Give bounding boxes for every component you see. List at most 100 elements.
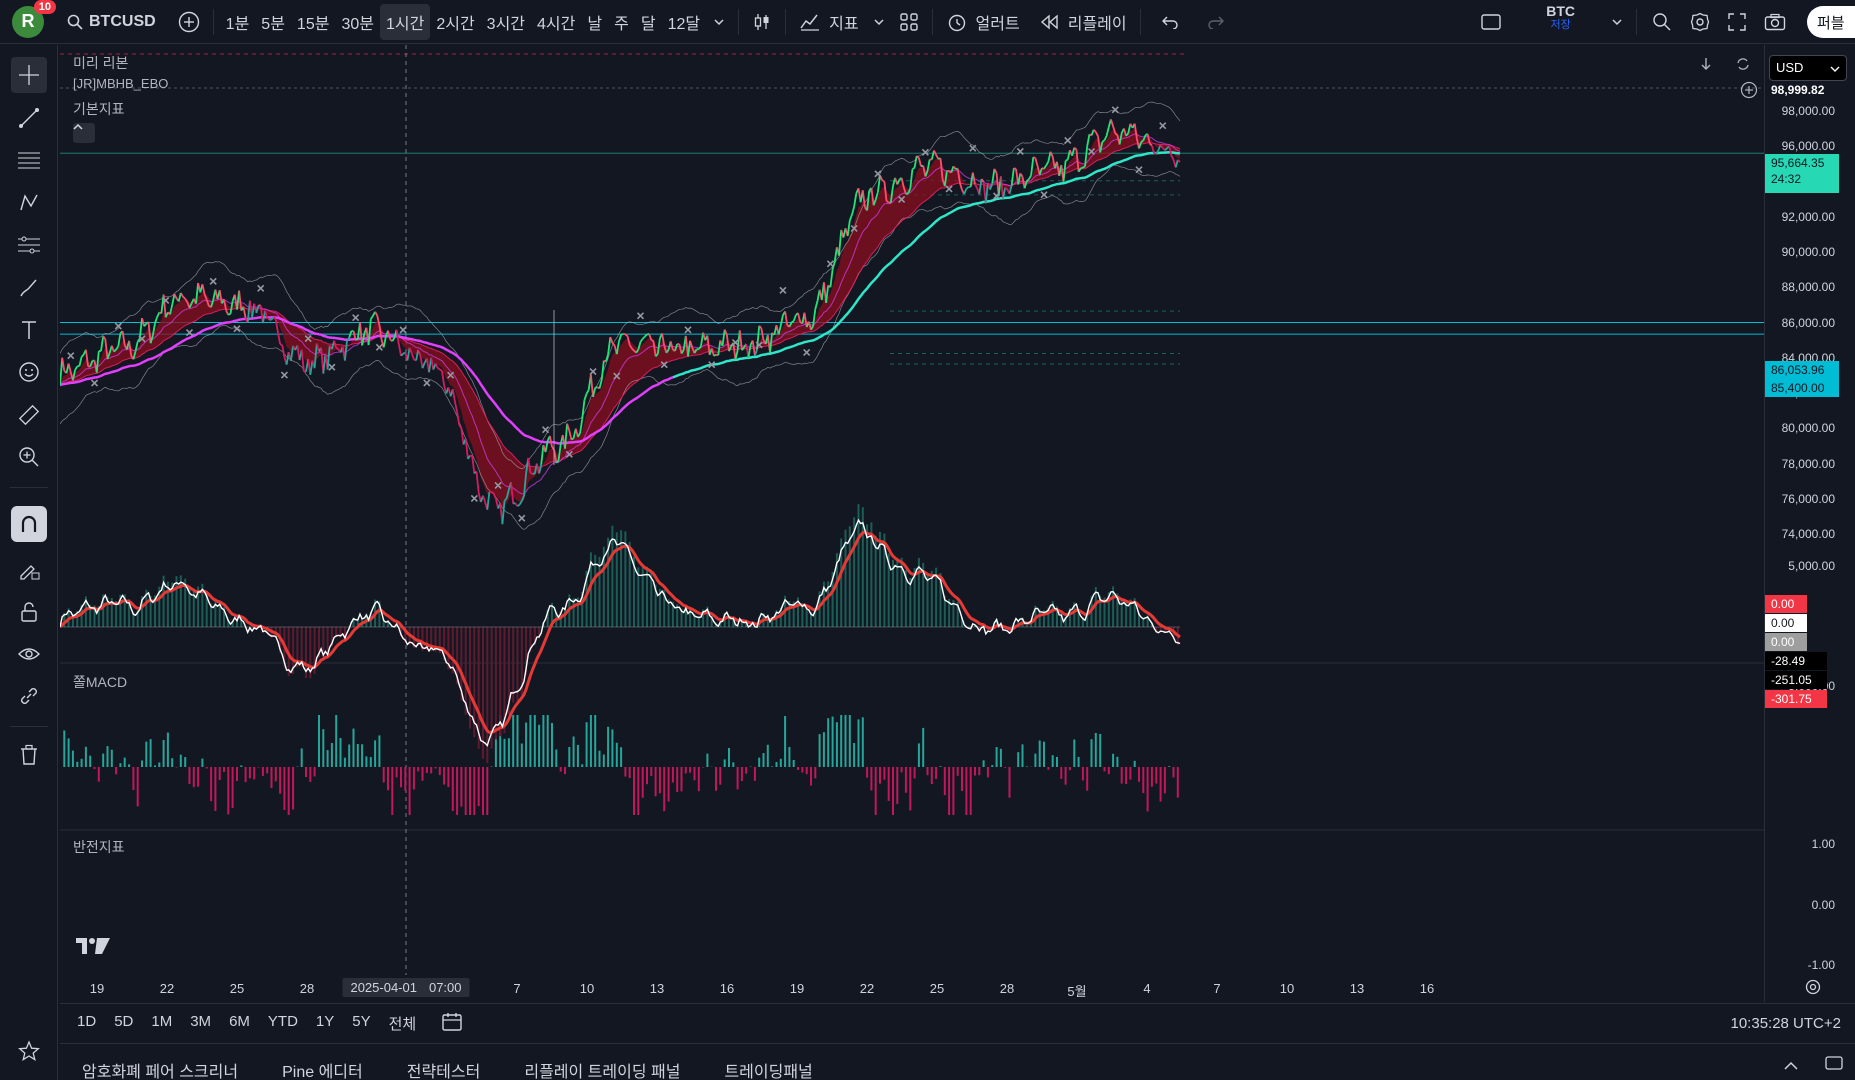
macd-value-tag-3: 0.00	[1765, 633, 1807, 651]
chart-type-button[interactable]	[745, 4, 779, 40]
timeframe-9[interactable]: 주	[608, 4, 635, 40]
price-segment	[454, 401, 458, 413]
level-tag-2: 85,400.00	[1765, 379, 1839, 397]
text-tool[interactable]	[11, 312, 47, 348]
trend-line-tool[interactable]	[11, 100, 47, 136]
indicator-label-ribbon[interactable]: 미리 리본	[73, 53, 128, 73]
snapshot-button[interactable]	[1755, 4, 1795, 40]
sync-drawings-tool[interactable]	[11, 678, 47, 714]
indicator-label-mbhb[interactable]: [JR]MBHB_EBO	[73, 76, 168, 91]
redo-button[interactable]	[1193, 4, 1239, 40]
fullscreen-button[interactable]	[1719, 4, 1755, 40]
user-avatar[interactable]: R 10	[12, 0, 56, 38]
emoji-tool[interactable]	[11, 354, 47, 390]
price-scale[interactable]: USD 98,000.0096,000.0094,000.0092,000.00…	[1764, 45, 1855, 1002]
time-axis[interactable]: 1922252847101316192225285월471013162025-0…	[60, 975, 1764, 1003]
price-segment	[779, 315, 784, 326]
brush-tool[interactable]	[11, 270, 47, 306]
undo-icon	[1161, 16, 1178, 29]
collapse-panel-button[interactable]	[1783, 1058, 1799, 1076]
maximize-panel-button[interactable]	[1825, 1056, 1843, 1075]
compare-symbol-button[interactable]	[171, 4, 207, 40]
replay-button[interactable]: 리플레이	[1033, 4, 1134, 40]
range-1d[interactable]: 1D	[68, 1013, 105, 1034]
price-segment	[905, 192, 909, 195]
ruler-tool[interactable]	[11, 397, 47, 433]
timeframe-3[interactable]: 30분	[335, 4, 380, 40]
range-6m[interactable]: 6M	[220, 1013, 259, 1034]
pattern-tool[interactable]	[11, 185, 47, 221]
go-to-date-button[interactable]	[441, 1012, 463, 1036]
macd-pane-label[interactable]: 쫄MACD	[73, 672, 127, 692]
lock-drawings-tool[interactable]	[11, 594, 47, 630]
price-segment	[348, 330, 353, 338]
timeframe-4[interactable]: 1시간	[379, 3, 431, 40]
bottom-tab-1[interactable]: Pine 에디터	[260, 1058, 385, 1080]
price-tick: 96,000.00	[1781, 139, 1835, 154]
time-label: 7	[513, 981, 521, 996]
publish-button[interactable]: 퍼블	[1807, 6, 1855, 38]
templates-button[interactable]	[892, 4, 926, 40]
range-1y[interactable]: 1Y	[307, 1013, 343, 1034]
settings-button[interactable]	[1681, 4, 1719, 40]
alarm-clock-icon	[948, 14, 965, 31]
price-segment	[421, 362, 426, 369]
range-1m[interactable]: 1M	[142, 1013, 181, 1034]
saved-layout[interactable]: BTC 저장	[1539, 4, 1582, 40]
layout-dropdown[interactable]	[1604, 4, 1630, 40]
timeframe-5[interactable]: 2시간	[430, 4, 480, 40]
magnet-tool[interactable]	[11, 506, 47, 542]
bottom-tab-2[interactable]: 전략테스터	[385, 1058, 503, 1080]
scale-settings-button[interactable]	[1805, 979, 1821, 1000]
reversal-pane-label[interactable]: 반전지표	[73, 837, 125, 857]
indicators-button[interactable]: 지표	[792, 4, 865, 40]
timeframe-10[interactable]: 달	[635, 4, 662, 40]
hide-drawings-tool[interactable]	[11, 636, 47, 672]
bottom-tab-4[interactable]: 트레이딩패널	[702, 1058, 834, 1080]
signal-marker	[1040, 191, 1048, 199]
timeframe-2[interactable]: 15분	[291, 4, 336, 40]
collapse-indicators-button[interactable]	[73, 123, 95, 143]
remove-drawings-tool[interactable]	[11, 737, 47, 773]
timeframe-11[interactable]: 12달	[662, 4, 707, 40]
chart-area[interactable]: 미리 리본 [JR]MBHB_EBO 기본지표 쫄MACD 반전지표	[60, 45, 1764, 1002]
timeframe-1[interactable]: 5분	[255, 4, 291, 40]
alert-button[interactable]: 얼러트	[939, 4, 1027, 40]
fib-tool[interactable]	[11, 142, 47, 178]
watchlist-star-button[interactable]	[11, 1033, 47, 1069]
price-segment	[570, 437, 575, 441]
bottom-tab-0[interactable]: 암호화폐 페어 스크리너	[60, 1058, 260, 1080]
timeframe-0[interactable]: 1분	[220, 4, 256, 40]
crosshair-tool[interactable]	[11, 57, 47, 93]
timeframe-8[interactable]: 날	[581, 4, 608, 40]
range-5d[interactable]: 5D	[105, 1013, 142, 1034]
price-segment	[458, 424, 463, 429]
indicator-label-basic[interactable]: 기본지표	[73, 99, 125, 119]
utc-clock[interactable]: 10:35:28 UTC+2	[1731, 1015, 1842, 1032]
chart-canvas[interactable]	[60, 45, 1764, 1002]
projection-tool[interactable]	[11, 227, 47, 263]
zoom-tool[interactable]	[11, 439, 47, 475]
range-5y[interactable]: 5Y	[343, 1013, 379, 1034]
symbol-search[interactable]: BTCUSD	[60, 4, 163, 40]
quick-search-button[interactable]	[1643, 4, 1681, 40]
range-ytd[interactable]: YTD	[259, 1013, 307, 1034]
time-label: 25	[929, 981, 945, 996]
price-segment	[1071, 147, 1076, 156]
arrow-down-icon	[1701, 58, 1711, 70]
timeframe-dropdown[interactable]	[706, 4, 732, 40]
indicators-dropdown[interactable]	[866, 4, 892, 40]
layout-select-button[interactable]	[1473, 4, 1509, 40]
keep-drawing-tool[interactable]	[11, 552, 47, 588]
range-전체[interactable]: 전체	[380, 1013, 426, 1034]
range-3m[interactable]: 3M	[181, 1013, 220, 1034]
bottom-tab-3[interactable]: 리플레이 트레이딩 패널	[502, 1058, 702, 1080]
bottom-panel-tabs: 암호화폐 페어 스크리너 Pine 에디터 전략테스터 리플레이 트레이딩 패널 트레이…	[60, 1043, 1855, 1080]
timeframe-7[interactable]: 4시간	[531, 4, 581, 40]
currency-select[interactable]: USD	[1769, 55, 1847, 81]
undo-button[interactable]	[1147, 4, 1193, 40]
price-segment	[391, 337, 396, 342]
ema-slow-line	[60, 142, 1181, 468]
timeframe-6[interactable]: 3시간	[481, 4, 531, 40]
price-segment	[918, 157, 922, 167]
